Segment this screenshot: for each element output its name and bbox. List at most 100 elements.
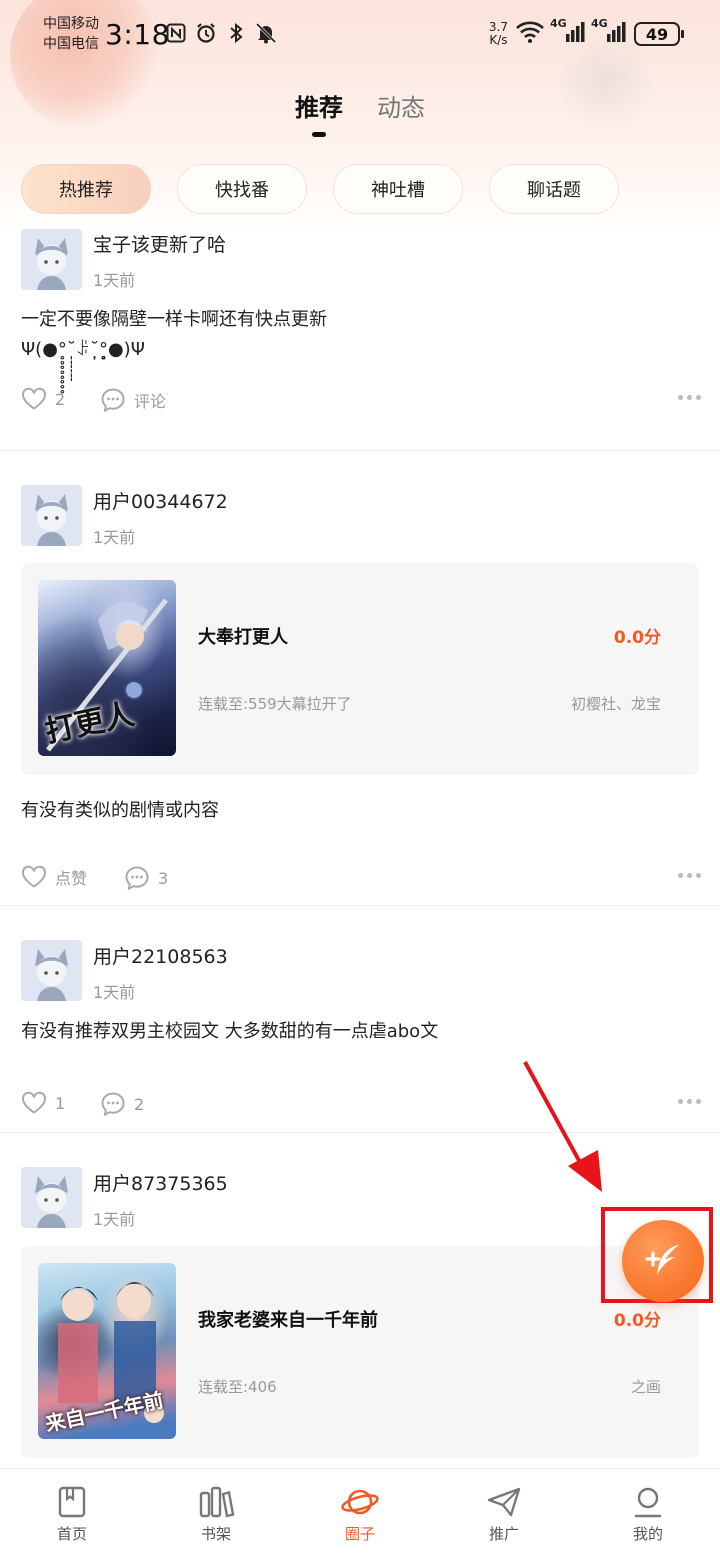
post-item[interactable]: 宝子该更新了哈 1天前 一定不要像隔壁一样卡啊还有快点更新 Ψ(●°̥̥̥̥̥̥… [0,222,720,450]
avatar[interactable] [21,229,82,290]
post-text: 有没有推荐双男主校园文 大多数甜的有一点虐abo文 [21,1021,439,1042]
comic-title: 大奉打更人 [198,627,288,648]
username[interactable]: 用户87375365 [93,1169,228,1196]
like-button[interactable]: 1 [21,1091,65,1115]
chip-roast[interactable]: 神吐槽 [333,164,463,214]
post-item[interactable]: 用户00344672 1天前 打更人 大奉打更人 0.0分 连载至:559大幕拉… [0,451,720,905]
carrier-2: 中国电信 [43,36,99,52]
comment-count: 2 [134,1094,145,1114]
post-text-line: 一定不要像隔壁一样卡啊还有快点更新 [21,309,327,330]
post-actions: 点赞 3 [21,865,701,895]
like-label: 点赞 [55,869,88,888]
comment-icon [101,1092,125,1117]
comment-icon [101,388,125,413]
nav-promote[interactable]: 推广 [432,1469,576,1560]
network-type-1: 4G [550,17,567,30]
nav-label: 圈子 [344,1525,375,1543]
comic-score: 0.0分 [613,1311,661,1331]
nav-label: 我的 [632,1525,663,1543]
quill-plus-icon [645,1245,679,1275]
network-status: 3.7 K/s 4G 4G 49 [489,17,684,48]
comment-icon [125,866,149,891]
more-options-button[interactable] [678,873,701,878]
comment-button[interactable]: 3 [124,865,168,891]
post-actions: 2 评论 [21,387,701,417]
nav-label: 推广 [488,1525,519,1543]
chip-find-anime[interactable]: 快找番 [177,164,307,214]
more-options-button[interactable] [678,1099,701,1104]
post-text: 一定不要像隔壁一样卡啊还有快点更新 Ψ(●°̥̥̥̥̥̥̥̥˘̩̩̩̩̩̩ꌠ˘̩… [21,305,327,365]
tab-recommend[interactable]: 推荐 [295,88,343,137]
like-button[interactable]: 点赞 [21,865,87,889]
heart-icon [21,865,47,888]
comment-label: 评论 [134,392,167,411]
signal-2: 4G [591,17,627,48]
bookshelf-icon [199,1486,235,1518]
annotation-arrow-icon [523,1061,602,1192]
like-count: 1 [55,1093,66,1113]
carrier-names: 中国移动 中国电信 [43,14,99,54]
bottom-navigation: 首页 书架 圈子 推广 我的 [0,1468,720,1560]
chip-hot-recommend[interactable]: 热推荐 [21,164,151,214]
alarm-icon [195,22,217,44]
comic-latest-chapter: 连载至:406 [198,1378,277,1396]
nfc-icon [165,22,187,44]
book-icon [58,1486,86,1518]
post-time: 1天前 [93,271,136,290]
like-button[interactable]: 2 [21,387,65,411]
comment-button[interactable]: 2 [100,1091,144,1117]
username[interactable]: 用户22108563 [93,942,228,969]
comment-count: 3 [158,868,169,888]
nav-label: 书架 [200,1525,231,1543]
bluetooth-icon [225,22,247,44]
chip-chat-topic[interactable]: 聊话题 [489,164,619,214]
avatar[interactable] [21,485,82,546]
battery-indicator: 49 [634,22,684,46]
paper-plane-icon [487,1487,521,1517]
tab-activity[interactable]: 动态 [377,88,425,123]
system-icons [165,22,277,44]
dot-icon [696,1099,701,1104]
signal-1: 4G [550,17,586,48]
post-time: 1天前 [93,528,136,547]
dot-icon [678,873,683,878]
carrier-1: 中国移动 [43,16,99,32]
post-time: 1天前 [93,1210,136,1229]
nav-bookshelf[interactable]: 书架 [144,1469,288,1560]
comic-title: 我家老婆来自一千年前 [198,1310,378,1331]
avatar[interactable] [21,940,82,1001]
nav-profile[interactable]: 我的 [576,1469,720,1560]
heart-icon [21,387,47,410]
dot-icon [687,395,692,400]
user-icon [634,1487,662,1518]
create-post-button[interactable] [622,1220,704,1302]
circle-feed-screen: { "status_bar": { "carrier_1": "中国移动", "… [0,0,720,1560]
network-speed: 3.7 K/s [489,21,508,47]
post-item[interactable]: 用户22108563 1天前 有没有推荐双男主校园文 大多数甜的有一点虐abo文… [0,906,720,1132]
nav-circle[interactable]: 圈子 [288,1469,432,1560]
nav-home[interactable]: 首页 [0,1469,144,1560]
top-tabs: 推荐 动态 [0,88,720,137]
username[interactable]: 用户00344672 [93,487,228,514]
avatar[interactable] [21,1167,82,1228]
nav-label: 首页 [56,1525,87,1543]
comment-button[interactable]: 评论 [100,387,166,413]
comic-card[interactable]: 打更人 大奉打更人 0.0分 连载至:559大幕拉开了 初樱社、龙宝 [21,563,699,775]
post-text: 有没有类似的剧情或内容 [21,800,219,821]
username[interactable]: 宝子该更新了哈 [93,230,226,257]
dot-icon [696,873,701,878]
post-time: 1天前 [93,983,136,1002]
clock: 3:18 [105,18,170,51]
network-type-2: 4G [591,17,608,30]
comic-card[interactable]: 来自一千年前 我家老婆来自一千年前 0.0分 连载至:406 之画 [21,1246,699,1458]
comic-authors: 之画 [630,1378,661,1396]
comic-cover: 打更人 [38,580,176,756]
dot-icon [687,1099,692,1104]
wifi-icon [515,20,545,48]
post-text-line: Ψ(●°̥̥̥̥̥̥̥̥˘̩̩̩̩̩̩ꌠ˘̩̩̩̩̩̩°̥̥̥̥̥̥̥̥●)Ψ [21,339,145,360]
mute-bell-icon [255,22,277,44]
comic-cover: 来自一千年前 [38,1263,176,1439]
comic-score: 0.0分 [613,628,661,648]
more-options-button[interactable] [678,395,701,400]
like-count: 2 [55,389,66,409]
